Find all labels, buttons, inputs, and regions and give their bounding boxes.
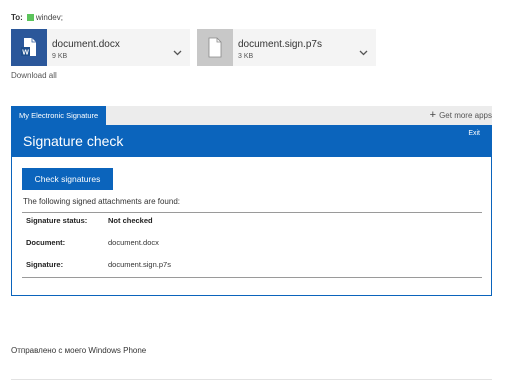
row-key: Signature status: [26, 216, 88, 225]
tab-my-electronic-signature[interactable]: My Electronic Signature [11, 106, 107, 125]
addin-tabbar: My Electronic Signature + Get more apps [11, 106, 492, 125]
attachment-name: document.docx [52, 39, 120, 50]
check-signatures-button[interactable]: Check signatures [22, 168, 113, 190]
divider [22, 212, 482, 213]
recipient[interactable]: windev; [36, 13, 63, 22]
chevron-down-icon[interactable] [359, 43, 368, 61]
addin-title: Signature check [23, 133, 124, 149]
addin-content: Signature check Exit Check signatures Th… [11, 125, 492, 296]
row-value: Not checked [108, 216, 153, 225]
divider [11, 379, 492, 380]
attachment-size: 9 KB [52, 53, 68, 60]
plus-icon: + [429, 109, 437, 121]
generic-file-icon [197, 29, 233, 66]
attachment-docx[interactable]: W document.docx 9 KB [11, 29, 190, 66]
get-more-apps-link[interactable]: + Get more apps [430, 106, 492, 125]
attachment-name: document.sign.p7s [238, 39, 322, 50]
exit-link[interactable]: Exit [468, 130, 480, 137]
email-signature: Отправлено с моего Windows Phone [11, 346, 147, 355]
row-key: Document: [26, 238, 66, 247]
download-all-link[interactable]: Download all [11, 71, 57, 80]
chevron-down-icon[interactable] [173, 43, 182, 61]
attachment-size: 3 KB [238, 53, 254, 60]
get-more-apps-label: Get more apps [439, 111, 492, 120]
row-key: Signature: [26, 260, 64, 269]
attachment-p7s[interactable]: document.sign.p7s 3 KB [197, 29, 376, 66]
row-value: document.docx [108, 238, 159, 247]
row-value: document.sign.p7s [108, 260, 171, 269]
to-label: To: [11, 13, 23, 22]
addin-header: Signature check Exit [12, 125, 491, 157]
addin-panel: My Electronic Signature + Get more apps … [11, 106, 492, 296]
found-text: The following signed attachments are fou… [23, 197, 180, 206]
word-document-icon: W [11, 29, 47, 66]
to-row: To: windev; [11, 13, 63, 22]
divider [22, 277, 482, 278]
svg-text:W: W [22, 50, 29, 57]
presence-indicator-icon [26, 14, 34, 21]
